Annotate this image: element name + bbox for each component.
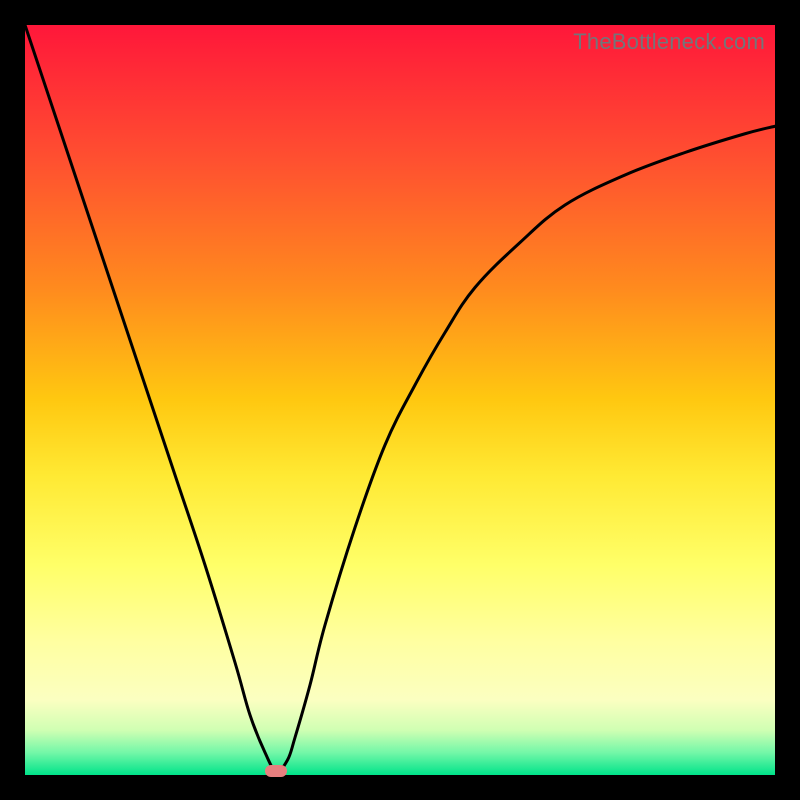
minimum-marker <box>265 765 287 777</box>
plot-area: TheBottleneck.com <box>25 25 775 775</box>
curve-svg <box>25 25 775 775</box>
bottleneck-curve <box>25 25 775 771</box>
chart-frame: TheBottleneck.com <box>0 0 800 800</box>
